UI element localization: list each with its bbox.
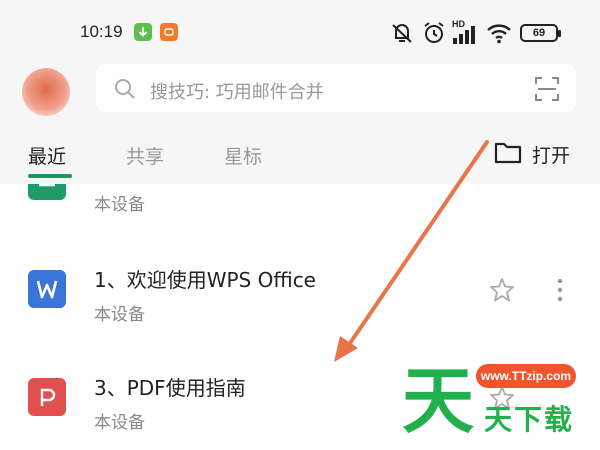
app-header: 搜技巧: 巧用邮件合并 — [0, 60, 600, 122]
avatar[interactable] — [22, 68, 70, 116]
list-item[interactable]: 本设备 — [0, 184, 600, 240]
tab-starred[interactable]: 星标 — [224, 142, 262, 169]
file-location: 本设备 — [94, 305, 145, 325]
scan-icon[interactable] — [534, 76, 560, 106]
list-item[interactable]: 1、欢迎使用WPS Office 本设备 — [0, 248, 600, 344]
tab-shared[interactable]: 共享 — [126, 142, 164, 169]
pdf-icon — [28, 378, 66, 416]
search-icon — [114, 78, 136, 104]
tab-bar: 最近 共享 星标 打开 — [0, 122, 600, 184]
mi-app-notification-icon — [160, 23, 178, 41]
file-location: 本设备 — [94, 195, 145, 215]
word-icon — [28, 270, 66, 308]
green-doc-icon — [28, 184, 66, 200]
open-button[interactable]: 打开 — [494, 140, 570, 168]
file-location: 本设备 — [94, 413, 145, 433]
star-icon[interactable] — [488, 276, 516, 308]
open-button-label: 打开 — [532, 144, 571, 167]
tab-recent[interactable]: 最近 — [28, 142, 66, 169]
file-title: 1、欢迎使用WPS Office — [94, 268, 316, 292]
active-tab-indicator — [28, 174, 72, 178]
status-bar: 10:19 HD 69 — [0, 0, 600, 60]
watermark-logo: 天 www.TTzip.com 天下载 — [400, 358, 596, 448]
signal-icon — [452, 26, 478, 48]
file-title: 3、PDF使用指南 — [94, 376, 246, 400]
more-options-icon[interactable] — [556, 277, 564, 307]
battery-indicator: 69 — [520, 24, 561, 42]
watermark-big-char: 天 — [402, 359, 475, 443]
alarm-icon — [422, 21, 446, 49]
watermark-url: www.TTzip.com — [476, 364, 576, 388]
folder-icon — [494, 140, 522, 168]
search-bar[interactable]: 搜技巧: 巧用邮件合并 — [96, 64, 576, 112]
search-placeholder: 搜技巧: 巧用邮件合并 — [150, 82, 324, 103]
status-time: 10:19 — [80, 22, 123, 41]
wifi-icon — [486, 22, 512, 48]
watermark-text: 天下载 — [484, 403, 575, 436]
mute-icon — [390, 22, 414, 48]
download-notification-icon — [134, 23, 152, 41]
